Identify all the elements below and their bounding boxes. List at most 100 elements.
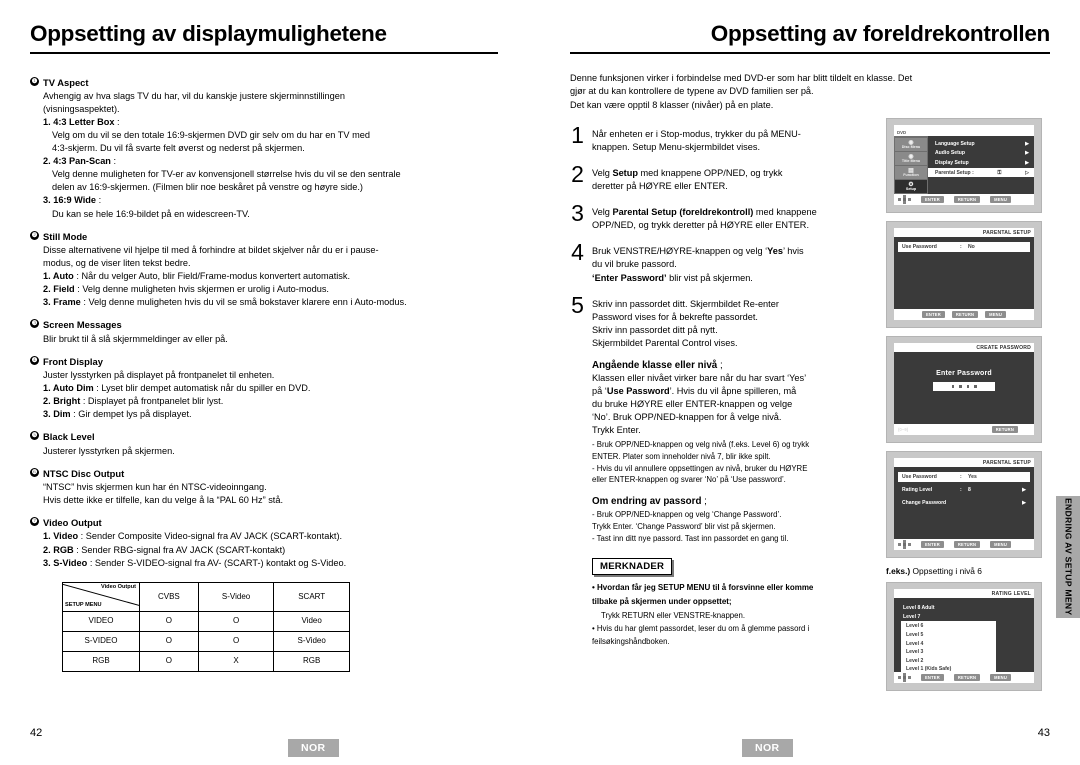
step-line: Skriv inn passordet ditt på nytt. — [592, 324, 718, 335]
osd-icon-disc-menu[interactable]: ◉ Disc Menu — [895, 138, 927, 151]
osd-row-change-password[interactable]: Change Password ▶ — [898, 498, 1030, 508]
osd-screen: CREATE PASSWORD Enter Password (0~9) RET… — [894, 343, 1034, 435]
osd-menu-item-language-setup[interactable]: Language Setup ▶ — [928, 139, 1034, 149]
sub-option-text: : Displayet på frontpanelet blir lyst. — [80, 396, 224, 407]
notes-badge: MERKNADER — [592, 558, 673, 576]
key-enter: ENTER — [922, 311, 945, 318]
paragraph: delen av 16:9-skjermen. (Filmen blir noe… — [52, 182, 363, 193]
table-cell: RGB — [273, 650, 350, 672]
table-cell: Video — [273, 610, 350, 632]
chevron-right-icon: ▶ — [1022, 500, 1026, 506]
rating-level-item[interactable]: Level 8 Adult — [898, 604, 1030, 613]
rating-level-selection-box: Level 6 Level 5 Level 4 Level 3 Level 2 … — [901, 621, 996, 675]
text-run: ’ hvis — [783, 246, 804, 257]
bullet-line: - Bruk OPP/NED-knappen og velg nivå (f.e… — [592, 440, 810, 450]
section-front-display: ❹ Front Display Juster lysstyrken på dis… — [30, 355, 535, 422]
corner-label-bottom: SETUP MENU — [65, 601, 102, 608]
sub-option: 3. Frame : Velg denne muligheten hvis du… — [43, 296, 535, 309]
osd-menu-label: Parental Setup : — [935, 169, 974, 176]
rating-level-item[interactable]: Level 6 — [901, 622, 996, 631]
sub-option-text: : Velg denne muligheten hvis du vil se s… — [80, 297, 407, 308]
rating-level-item[interactable]: Level 3 — [901, 647, 996, 657]
key-return: RETURN — [953, 674, 981, 681]
paragraph: Du kan se hele 16:9-bildet på en widescr… — [52, 208, 250, 219]
osd-icon-function[interactable]: ▤ Function — [895, 166, 927, 179]
osd-icon-setup[interactable]: ⚙ Setup — [895, 180, 927, 193]
paragraph-line: på ‘Use Password’. Hvis du vil åpne spil… — [592, 385, 922, 398]
rating-level-item[interactable]: Level 4 — [901, 639, 996, 648]
table-column-header: SCART — [273, 581, 350, 612]
sub-option-label: 2. 4:3 Pan-Scan — [43, 156, 111, 167]
sub-option-text: : Lyset blir dempet automatisk når du sp… — [93, 383, 311, 394]
osd-icon-title-menu[interactable]: ◉ Title Menu — [895, 152, 927, 165]
osd-screenshot-stack: DVD ◉ Disc Menu ◉ Title Menu ▤ Function … — [886, 118, 1044, 699]
key-return: RETURN — [991, 426, 1018, 433]
section-screen-messages: ❸ Screen Messages Blir brukt til å slå s… — [30, 318, 535, 345]
osd-menu-item-audio-setup[interactable]: Audio Setup ▶ — [928, 149, 1034, 159]
sub-option-text: : Sender Composite Video-signal fra AV J… — [78, 531, 343, 542]
osd-main: ◉ Disc Menu ◉ Title Menu ▤ Function ⚙ Se… — [894, 136, 1034, 194]
text-run: Bruk VENSTRE/HØYRE-knappen og velg ‘ — [592, 246, 768, 257]
osd-row-use-password[interactable]: Use Password : Yes — [898, 472, 1030, 482]
password-prompt-label: Enter Password — [936, 370, 992, 377]
password-input[interactable] — [933, 382, 995, 391]
table-column-header: S-Video — [197, 581, 275, 612]
osd-row-colon: : — [960, 487, 962, 493]
osd-footer: ENTER RETURN MENU — [894, 539, 1034, 550]
sub-option-text: : Velg denne muligheten hvis skjermen er… — [74, 284, 329, 295]
osd-menu-item-parental-setup[interactable]: Parental Setup : ⚿ ▷ — [928, 167, 1034, 178]
paragraph: Hvis dette ikke er tilfelle, kan du velg… — [43, 495, 284, 506]
rating-level-item[interactable]: Level 7 — [898, 613, 1030, 622]
section-tv-aspect: ❶ TV Aspect Avhengig av hva slags TV du … — [30, 76, 535, 221]
section-heading: ❼ Video Output — [30, 516, 535, 529]
rating-level-item[interactable]: Level 2 — [901, 656, 996, 666]
rating-level-item[interactable]: Level 5 — [901, 630, 996, 640]
caption-text: Oppsetting i nivå 6 — [910, 566, 982, 576]
note-line: Trykk RETURN eller VENSTRE-knappen. — [601, 610, 745, 620]
note-bold: tilbake på skjermen under oppsettet; — [592, 596, 732, 606]
corner-label-top: Video Output — [100, 583, 136, 590]
password-section-bullets: - Bruk OPP/NED-knappen og velg ‘Change P… — [592, 510, 922, 544]
notes-body: • Hvordan får jeg SETUP MENU til å forsv… — [592, 582, 922, 647]
step-number: 5 — [571, 291, 584, 318]
lock-icon: ⚿ — [997, 169, 1002, 176]
osd-screenshot-parental-setup-no: PARENTAL SETUP Use Password : No ENTER R… — [886, 221, 1042, 328]
osd-row-label: Use Password — [902, 474, 937, 480]
paragraph: Avhengig av hva slags TV du har, vil du … — [43, 90, 345, 101]
osd-row-rating-level[interactable]: Rating Level : 8 ▶ — [898, 485, 1030, 495]
dpad-icon — [898, 540, 911, 549]
osd-icon-label: Function — [903, 172, 919, 177]
bullet-line: Trykk Enter. ‘Change Password’ blir vist… — [592, 521, 776, 531]
key-menu: MENU — [990, 541, 1011, 548]
osd-body: Use Password : Yes Rating Level : 8 ▶ Ch… — [894, 467, 1034, 539]
heading-text: Angående klasse eller nivå — [592, 359, 718, 371]
chevron-right-icon: ▶ — [1025, 159, 1029, 166]
bullet-line: - Hvis du vil annullere oppsettingen av … — [592, 463, 808, 473]
osd-row-use-password[interactable]: Use Password : No — [898, 242, 1030, 252]
osd-screenshot-parental-setup-yes: PARENTAL SETUP Use Password : Yes Rating… — [886, 451, 1042, 558]
key-enter: ENTER — [921, 541, 944, 548]
bullet-number-icon: ❻ — [30, 467, 39, 477]
video-output-table: Video Output SETUP MENU CVBS S-Video SCA… — [62, 581, 350, 672]
level-section: Angående klasse eller nivå ; Klassen ell… — [592, 360, 922, 648]
heading-suffix: ; — [717, 359, 723, 371]
step-line: Skjermbildet Parental Control vises. — [592, 337, 738, 348]
right-title-rule — [570, 51, 1050, 54]
paragraph: Velg om du vil se den totale 16:9-skjerm… — [52, 130, 370, 141]
bullet-line: eller ENTER-knappen og svarer ‘No’ på ‘U… — [592, 475, 786, 485]
text-run-bold: ‘Enter Password’ — [592, 272, 667, 283]
paragraph: Denne funksjonen virker i forbindelse me… — [570, 72, 913, 83]
section-body: Juster lysstyrken på displayet på frontp… — [30, 369, 535, 421]
note-line: tilbake på skjermen under oppsettet; — [592, 596, 922, 608]
text-run: med knappene — [753, 207, 817, 218]
sub-option-label: 1. Video — [43, 531, 79, 542]
sub-option-text: : Sender RBG-signal fra AV JACK (SCART-k… — [73, 544, 286, 555]
step-line: Velg Setup med knappene OPP/NED, og tryk… — [592, 167, 782, 180]
sub-option-label: 1. Auto — [43, 271, 74, 282]
sub-option-text: : Når du velger Auto, blir Field/Frame-m… — [73, 271, 351, 282]
osd-icon-rail: ◉ Disc Menu ◉ Title Menu ▤ Function ⚙ Se… — [894, 136, 928, 194]
paragraph-line: Klassen eller nivået virker bare når du … — [592, 372, 807, 383]
osd-row-label: Change Password — [902, 500, 947, 506]
osd-menu-item-display-setup[interactable]: Display Setup ▶ — [928, 158, 1034, 168]
right-intro: Denne funksjonen virker i forbindelse me… — [570, 72, 1040, 113]
